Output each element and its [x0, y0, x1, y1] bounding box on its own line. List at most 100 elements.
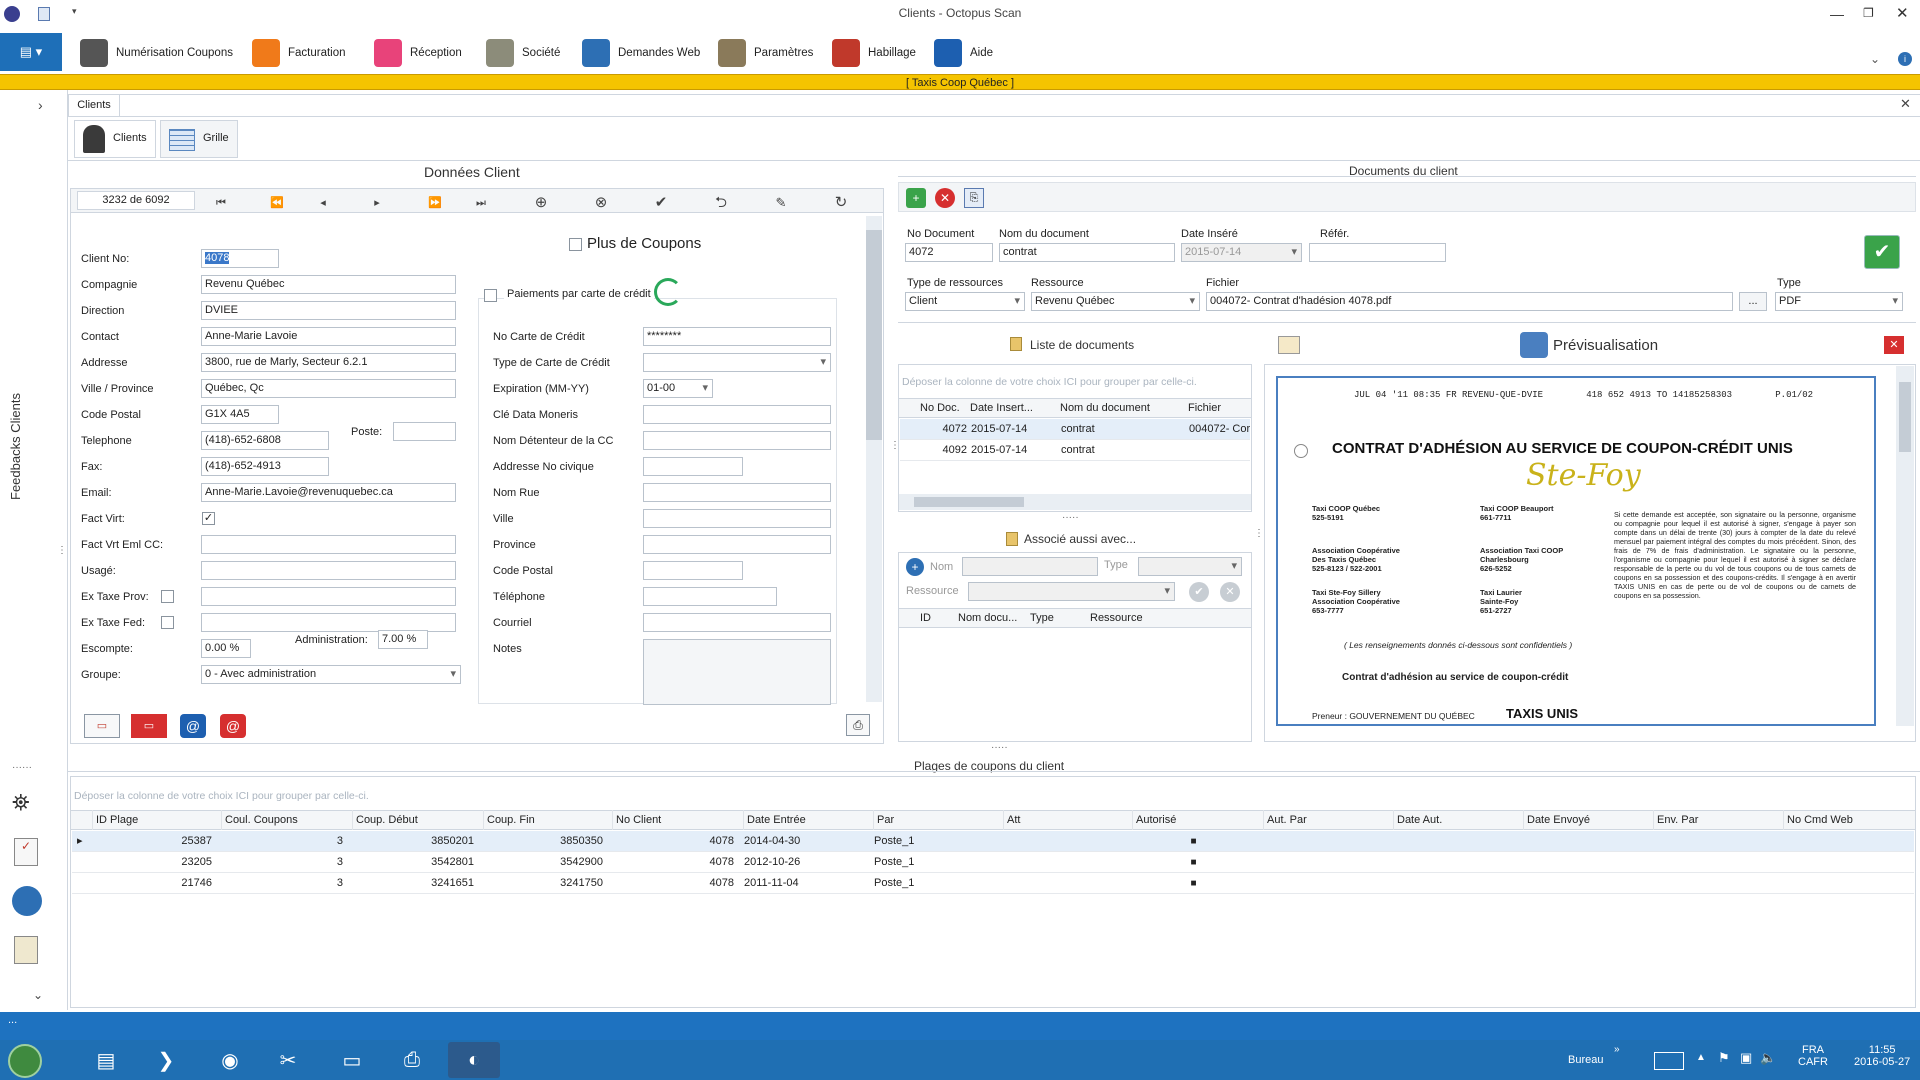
ribbon-item-num-risation-coupons[interactable]: Numérisation Coupons — [80, 36, 233, 70]
client-field-input[interactable] — [201, 535, 456, 554]
taskbar-explorer-icon[interactable]: ▤ — [80, 1042, 132, 1078]
cc-field-input[interactable] — [643, 509, 831, 528]
close-preview-icon[interactable]: ✕ — [1884, 336, 1904, 354]
taskbar-folder-icon[interactable]: ▭ — [326, 1042, 378, 1078]
cc-field-input[interactable] — [643, 353, 831, 372]
undo-record-icon[interactable]: ⮌ — [711, 193, 731, 213]
client-field-input[interactable]: G1X 4A5 — [201, 405, 279, 424]
coupon-column-header[interactable]: Autorisé — [1132, 810, 1259, 830]
fact-virt-checkbox[interactable]: ✓ — [202, 512, 215, 525]
splitter-grip[interactable]: ⋮ — [57, 545, 67, 556]
feedbacks-clients-tab[interactable]: Feedbacks Clients — [8, 393, 28, 500]
document-column-header[interactable]: Date Insert... — [970, 398, 1060, 418]
add-associate-icon[interactable]: + — [906, 558, 924, 576]
volume-icon[interactable]: 🔈 — [1760, 1050, 1776, 1066]
coupon-column-header[interactable]: Env. Par — [1653, 810, 1779, 830]
fax-red-icon[interactable]: ▭ — [131, 714, 167, 738]
cc-field-input[interactable] — [643, 639, 831, 705]
client-field-input[interactable]: Anne-Marie Lavoie — [201, 327, 456, 346]
cc-field-input[interactable]: 01-00 — [643, 379, 713, 398]
sidebar-scroll-down-icon[interactable]: ⌄ — [33, 988, 43, 1002]
preview-vscroll-thumb[interactable] — [1899, 382, 1911, 452]
save-document-button[interactable]: ✔ — [1864, 235, 1900, 269]
coupon-column-header[interactable]: Att — [1003, 810, 1128, 830]
client-field-input[interactable]: 4078 — [201, 249, 279, 268]
taskbar-bureau-label[interactable]: Bureau — [1568, 1054, 1603, 1066]
coupon-column-header[interactable]: Date Aut. — [1393, 810, 1519, 830]
close-tab-button[interactable]: ✕ — [1900, 96, 1911, 112]
plus-coupons-checkbox[interactable] — [569, 238, 582, 251]
ribbon-collapse-icon[interactable]: ⌄ — [1870, 52, 1880, 66]
client-field-input[interactable]: 0.00 % — [201, 639, 251, 658]
ribbon-item-facturation[interactable]: Facturation — [252, 36, 346, 70]
document-column-header[interactable]: Fichier — [1188, 398, 1254, 418]
add-record-icon[interactable]: ⊕ — [531, 193, 551, 213]
administration-input[interactable]: 7.00 % — [378, 630, 428, 649]
document-list-hscroll-thumb[interactable] — [914, 497, 1024, 507]
authorized-checkbox[interactable]: ■ — [1133, 873, 1254, 894]
coupon-column-header[interactable]: Aut. Par — [1263, 810, 1389, 830]
taskbar-octopus-icon[interactable]: ◐ — [448, 1042, 500, 1078]
splitter-bottom[interactable]: ····· — [991, 742, 1008, 753]
coupon-column-header[interactable]: Par — [873, 810, 999, 830]
associate-name-input[interactable] — [962, 557, 1098, 576]
client-field-input[interactable]: (418)-652-6808 — [201, 431, 329, 450]
client-field-input[interactable] — [201, 587, 456, 606]
taskbar-powershell-icon[interactable]: ❯ — [140, 1042, 192, 1078]
associate-type-select[interactable] — [1138, 557, 1242, 576]
resource-type-select[interactable]: Client — [905, 292, 1025, 311]
authorized-checkbox[interactable]: ■ — [1133, 852, 1254, 873]
doc-date-input[interactable]: 2015-07-14 — [1181, 243, 1302, 262]
confirm-record-icon[interactable]: ✔ — [651, 193, 671, 213]
cc-field-input[interactable] — [643, 431, 831, 450]
associate-column-header[interactable]: Nom docu... — [958, 608, 1030, 628]
cc-field-input[interactable] — [643, 483, 831, 502]
delete-document-icon[interactable]: ✕ — [935, 188, 955, 208]
confirm-associate-icon[interactable]: ✔ — [1189, 582, 1209, 602]
client-field-input[interactable] — [201, 561, 456, 580]
clock[interactable]: 11:55 2016-05-27 — [1854, 1044, 1910, 1068]
cc-field-input[interactable] — [643, 587, 777, 606]
associate-column-header[interactable]: Type — [1030, 608, 1090, 628]
coupon-column-header[interactable]: No Client — [612, 810, 739, 830]
taskbar-expand-icon[interactable]: » — [1614, 1044, 1620, 1055]
open-folder-icon[interactable] — [1278, 336, 1300, 354]
next-page-icon[interactable]: ⏩ — [425, 193, 445, 213]
document-column-header[interactable]: Nom du document — [1060, 398, 1188, 418]
ribbon-item-soci-t-[interactable]: Société — [486, 36, 560, 70]
doc-no-input[interactable]: 4072 — [905, 243, 993, 262]
tray-app-icon[interactable]: ▣ — [1740, 1050, 1752, 1066]
print-icon[interactable]: ⎙ — [846, 714, 870, 736]
refresh-record-icon[interactable]: ↻ — [831, 193, 851, 213]
doc-name-input[interactable]: contrat — [999, 243, 1175, 262]
start-button-icon[interactable] — [8, 1044, 42, 1078]
ledger-icon[interactable] — [14, 936, 38, 964]
sidebar-splitter[interactable]: ······ — [12, 762, 32, 773]
info-icon[interactable]: i — [1898, 52, 1912, 66]
client-field-input[interactable]: DVIEE — [201, 301, 456, 320]
ex-taxe-prov-checkbox[interactable] — [161, 590, 174, 603]
ribbon-item-r-ception[interactable]: Réception — [374, 36, 462, 70]
client-field-input[interactable]: Revenu Québec — [201, 275, 456, 294]
taskbar-network-icon[interactable]: ⎙ — [386, 1042, 438, 1078]
ribbon-item-demandes-web[interactable]: Demandes Web — [582, 36, 700, 70]
tab-clients[interactable]: Clients — [68, 94, 120, 116]
coupon-column-header[interactable]: Date Entrée — [743, 810, 869, 830]
scan-document-icon[interactable]: ⎘ — [964, 188, 984, 208]
delete-record-icon[interactable]: ⊗ — [591, 193, 611, 213]
cc-payments-checkbox[interactable] — [484, 289, 497, 302]
ribbon-item-param-tres[interactable]: Paramètres — [718, 36, 813, 70]
doc-ref-input[interactable] — [1309, 243, 1446, 262]
file-input[interactable]: 004072- Contrat d'hadésion 4078.pdf — [1206, 292, 1733, 311]
globe-icon[interactable] — [12, 886, 42, 916]
binoculars-icon[interactable]: ⛯ — [12, 790, 30, 816]
file-type-select[interactable]: PDF — [1775, 292, 1903, 311]
coupon-column-header[interactable]: Coup. Fin — [483, 810, 608, 830]
coupon-column-header[interactable]: Coup. Début — [352, 810, 479, 830]
app-menu-button[interactable]: ▤ ▾ — [0, 33, 62, 71]
record-counter[interactable]: 3232 de 6092 — [77, 191, 195, 210]
add-document-icon[interactable]: + — [906, 188, 926, 208]
next-record-icon[interactable]: ▸ — [367, 193, 387, 213]
restore-button[interactable]: ❐ — [1863, 6, 1874, 20]
resource-select[interactable]: Revenu Québec — [1031, 292, 1200, 311]
